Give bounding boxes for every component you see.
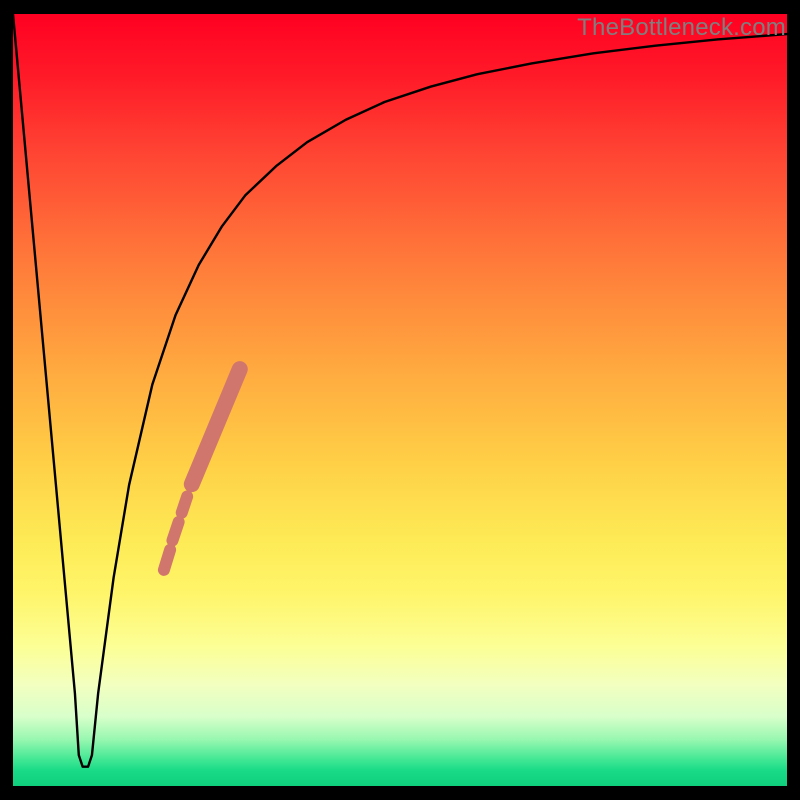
- marker-segment: [164, 550, 170, 570]
- bottleneck-curve: [13, 14, 787, 767]
- curve-layer: [13, 14, 787, 786]
- marker-segment: [172, 522, 178, 541]
- plot-area: [13, 14, 787, 786]
- chart-frame: TheBottleneck.com: [0, 0, 800, 800]
- marker-segment: [182, 497, 187, 513]
- highlight-markers: [164, 369, 240, 570]
- marker-segment: [192, 369, 240, 484]
- watermark-text: TheBottleneck.com: [577, 14, 786, 42]
